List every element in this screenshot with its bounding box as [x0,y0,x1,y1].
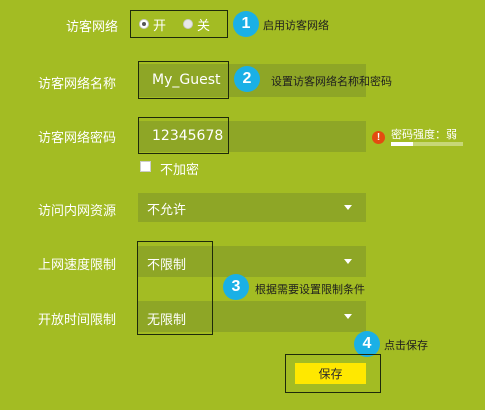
radio-off-label[interactable]: 关 [197,15,210,34]
speed-limit-select[interactable]: 不限制 [138,246,366,277]
time-limit-select[interactable]: 无限制 [138,301,366,332]
caret-down-icon [344,314,352,319]
caret-down-icon [344,259,352,264]
ssid-label: 访客网络名称 [38,77,117,92]
radio-on[interactable] [139,19,149,29]
step-3-text: 根据需要设置限制条件 [255,283,365,296]
password-strength-fill [391,142,413,146]
time-limit-value: 无限制 [147,313,187,328]
exclamation-circle-icon: ! [372,131,385,144]
no-encrypt-label: 不加密 [160,163,200,178]
password-strength-bar [391,142,463,146]
speed-limit-label: 上网速度限制 [38,258,117,273]
step-4-text: 点击保存 [384,339,428,352]
save-button[interactable]: 保存 [295,363,366,384]
guest-network-label: 访客网络 [66,20,119,35]
step-badge-1: 1 [233,11,259,37]
step-2-text: 设置访客网络名称和密码 [271,75,392,88]
step-1-text: 启用访客网络 [263,19,329,32]
speed-limit-value: 不限制 [147,258,187,273]
caret-down-icon [344,205,352,210]
radio-on-label[interactable]: 开 [153,15,166,34]
lan-access-label: 访问内网资源 [38,204,117,219]
password-value: 12345678 [152,128,224,144]
guest-network-radio-group: 开 关 [131,11,227,37]
password-input[interactable]: 12345678 [138,121,366,152]
ssid-value: My_Guest [152,72,221,88]
radio-off[interactable] [183,19,193,29]
step-badge-4: 4 [354,331,380,357]
no-encrypt-checkbox[interactable] [140,161,151,172]
password-label: 访客网络密码 [38,131,117,146]
step-badge-2: 2 [234,66,260,92]
step-badge-3: 3 [223,274,249,300]
lan-access-value: 不允许 [147,203,187,218]
lan-access-select[interactable]: 不允许 [138,193,366,222]
time-limit-label: 开放时间限制 [38,313,117,328]
password-strength-label: 密码强度：弱 [391,128,457,141]
